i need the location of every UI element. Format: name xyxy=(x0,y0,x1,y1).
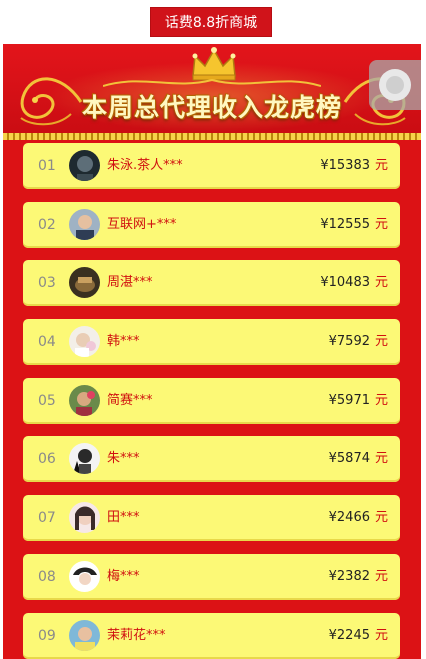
currency-unit: 元 xyxy=(374,275,388,291)
income-amount: ¥12555 xyxy=(320,216,370,232)
ranking-row[interactable]: 06 朱*** ¥5874 元 xyxy=(23,436,400,483)
rank-number: 07 xyxy=(38,510,56,527)
avatar xyxy=(69,150,100,181)
rank-number: 03 xyxy=(38,275,56,292)
ranking-row[interactable]: 04 韩*** ¥7592 元 xyxy=(23,319,400,366)
income-amount: ¥2382 xyxy=(328,568,370,584)
agent-name: 田*** xyxy=(107,510,140,526)
gold-border-strip xyxy=(3,133,421,140)
rank-number: 08 xyxy=(38,568,56,585)
currency-unit: 元 xyxy=(374,392,388,408)
avatar xyxy=(69,443,100,475)
income-amount: ¥5874 xyxy=(328,451,370,467)
ranking-row[interactable]: 02 互联网+*** ¥12555 元 xyxy=(23,201,400,248)
avatar xyxy=(69,619,100,651)
avatar xyxy=(69,384,100,416)
rank-number: 02 xyxy=(38,216,56,233)
ranking-row[interactable]: 07 田*** ¥2466 元 xyxy=(23,495,400,542)
mall-button[interactable]: 话费8.8折商城 xyxy=(150,7,272,37)
rank-number: 01 xyxy=(38,158,56,174)
ranking-row[interactable]: 01 朱泳.茶人*** ¥15383 元 xyxy=(23,143,400,189)
rank-number: 09 xyxy=(38,627,56,644)
currency-unit: 元 xyxy=(374,451,388,467)
currency-unit: 元 xyxy=(374,334,388,350)
ranking-row[interactable]: 05 简赛*** ¥5971 元 xyxy=(23,377,400,424)
income-amount: ¥15383 xyxy=(320,158,370,173)
income-amount: ¥10483 xyxy=(320,275,370,291)
currency-unit: 元 xyxy=(374,627,388,643)
avatar xyxy=(69,502,100,534)
agent-name: 梅*** xyxy=(107,568,140,584)
avatar xyxy=(69,267,100,299)
currency-unit: 元 xyxy=(374,158,388,173)
floating-share-button[interactable] xyxy=(369,60,421,110)
share-circle-icon xyxy=(379,69,411,101)
rank-number: 05 xyxy=(38,392,56,409)
ranking-row[interactable]: 08 梅*** ¥2382 元 xyxy=(23,553,400,600)
income-amount: ¥2245 xyxy=(328,627,370,643)
currency-unit: 元 xyxy=(374,510,388,526)
agent-name: 周湛*** xyxy=(107,275,153,291)
agent-name: 韩*** xyxy=(107,334,140,350)
agent-name: 互联网+*** xyxy=(107,216,177,232)
income-amount: ¥5971 xyxy=(328,392,370,408)
leaderboard-banner: 本周总代理收入龙虎榜 xyxy=(3,44,421,140)
income-amount: ¥7592 xyxy=(328,334,370,350)
currency-unit: 元 xyxy=(374,568,388,584)
leaderboard-panel: 本周总代理收入龙虎榜 01 朱泳.茶人*** ¥15383 元 02 互联网+*… xyxy=(3,44,421,659)
leaderboard-title: 本周总代理收入龙虎榜 xyxy=(81,93,342,122)
agent-name: 朱泳.茶人*** xyxy=(107,158,183,173)
ranking-list: 01 朱泳.茶人*** ¥15383 元 02 互联网+*** ¥12555 元… xyxy=(23,143,400,659)
agent-name: 朱*** xyxy=(107,451,140,467)
avatar xyxy=(69,208,100,240)
avatar xyxy=(69,560,100,592)
currency-unit: 元 xyxy=(374,216,388,232)
agent-name: 茉莉花*** xyxy=(107,627,166,643)
ranking-row[interactable]: 03 周湛*** ¥10483 元 xyxy=(23,260,400,307)
agent-name: 简赛*** xyxy=(107,392,153,408)
rank-number: 06 xyxy=(38,451,56,468)
ranking-row[interactable]: 09 茉莉花*** ¥2245 元 xyxy=(23,612,400,659)
income-amount: ¥2466 xyxy=(328,510,370,526)
avatar xyxy=(69,326,100,358)
rank-number: 04 xyxy=(38,334,56,351)
